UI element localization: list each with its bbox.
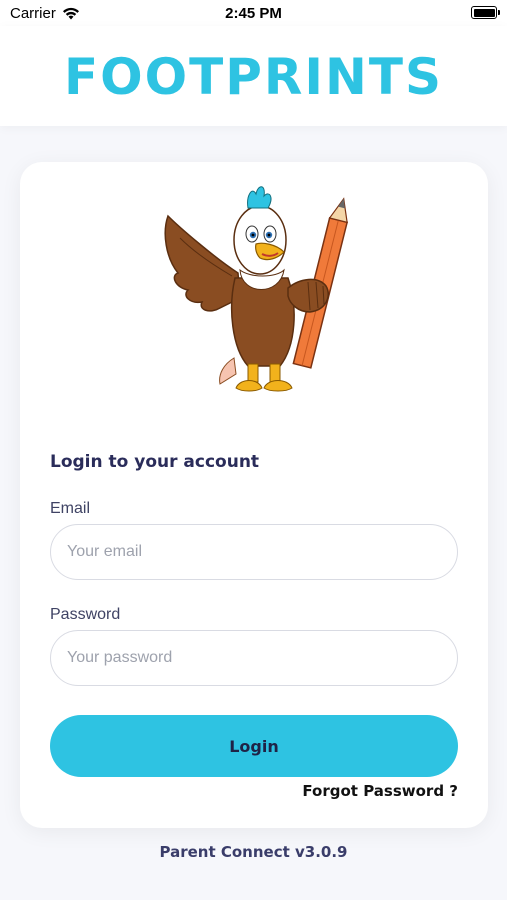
- login-button[interactable]: Login: [50, 715, 458, 777]
- email-field-wrapper[interactable]: [50, 524, 458, 580]
- password-label: Password: [50, 606, 121, 623]
- login-title: Login to your account: [50, 452, 260, 472]
- battery-icon: [471, 6, 500, 19]
- eagle-mascot-icon: [164, 186, 349, 392]
- status-right: [471, 6, 500, 19]
- login-card: Login to your account Email Password Log…: [20, 162, 488, 828]
- email-input[interactable]: [51, 525, 457, 579]
- brand-logo-text: FOOTPRINTS: [64, 48, 443, 106]
- email-label: Email: [50, 500, 91, 517]
- forgot-password-link[interactable]: Forgot Password ?: [302, 782, 458, 800]
- password-input[interactable]: [51, 631, 457, 685]
- app-version-footer: Parent Connect v3.0.9: [159, 843, 348, 861]
- status-bar: Carrier 2:45 PM: [0, 0, 507, 26]
- app-header: FOOTPRINTS: [0, 26, 507, 126]
- status-time: 2:45 PM: [225, 5, 282, 22]
- password-field-wrapper[interactable]: [50, 630, 458, 686]
